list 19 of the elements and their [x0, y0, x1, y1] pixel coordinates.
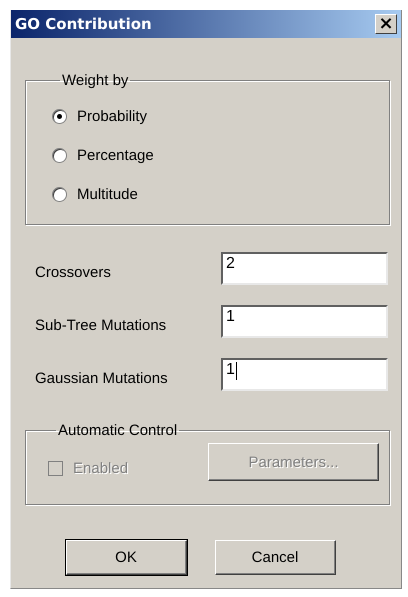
- close-button[interactable]: ×: [375, 14, 397, 34]
- group-title: Weight by: [61, 72, 130, 89]
- field-label: Sub-Tree Mutations: [35, 316, 166, 334]
- radio-label: Probability: [77, 108, 148, 125]
- input-field[interactable]: 2: [221, 252, 388, 285]
- radio-button[interactable]: [52, 148, 67, 163]
- input-field[interactable]: 1: [221, 358, 388, 391]
- field-label: Gaussian Mutations: [35, 369, 168, 387]
- checkbox-label: Enabled: [73, 460, 128, 476]
- dialog-button[interactable]: Cancel: [214, 540, 336, 575]
- radio-label: Multitude: [77, 186, 138, 203]
- field-label: Crossovers: [35, 263, 111, 281]
- dialog-button[interactable]: OK: [66, 540, 186, 575]
- input-field[interactable]: 1: [221, 305, 388, 338]
- radio-button[interactable]: [52, 109, 67, 124]
- window-title: GO Contribution: [15, 15, 152, 33]
- radio-button[interactable]: [52, 187, 67, 202]
- radio-label: Percentage: [77, 147, 154, 164]
- group-title: Automatic Control: [57, 422, 178, 439]
